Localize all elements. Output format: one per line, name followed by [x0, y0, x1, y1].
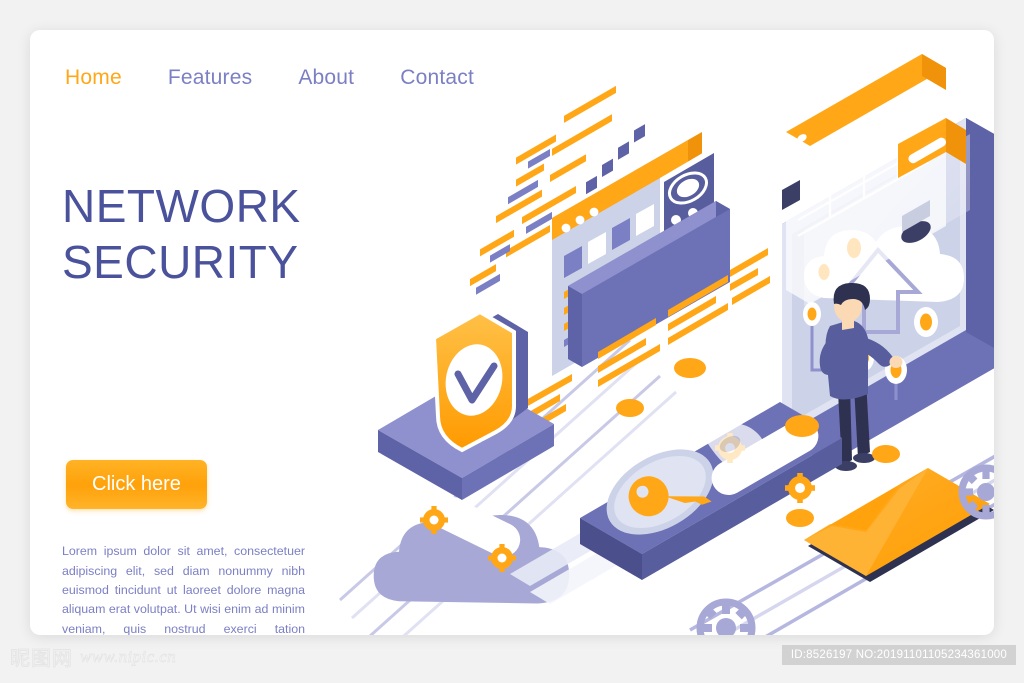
site-watermark: 昵图网 www.nipic.cn — [10, 642, 177, 671]
page-title-line-1: NETWORK — [62, 180, 301, 232]
nav-item-home[interactable]: Home — [65, 66, 122, 90]
main-navigation: Home Features About Contact — [65, 66, 474, 90]
isometric-illustration — [330, 40, 994, 635]
nav-item-about[interactable]: About — [298, 66, 354, 90]
page-title-line-2: SECURITY — [62, 236, 299, 289]
tablet-device — [782, 40, 994, 464]
landing-page-card: Home Features About Contact NETWORK SECU… — [30, 30, 994, 635]
click-here-button[interactable]: Click here — [66, 460, 207, 509]
watermark-id-badge: ID:8526197 NO:20191101105234361000 — [781, 645, 1016, 665]
hero-description: Lorem ipsum dolor sit amet, consectetuer… — [62, 544, 305, 635]
nav-item-contact[interactable]: Contact — [400, 66, 474, 90]
nav-item-features[interactable]: Features — [168, 66, 252, 90]
watermark-site-url: www.nipic.cn — [80, 646, 177, 666]
watermark-brand-cn: 昵图网 — [10, 646, 73, 671]
page-title: NETWORK SECURITY — [62, 178, 301, 290]
